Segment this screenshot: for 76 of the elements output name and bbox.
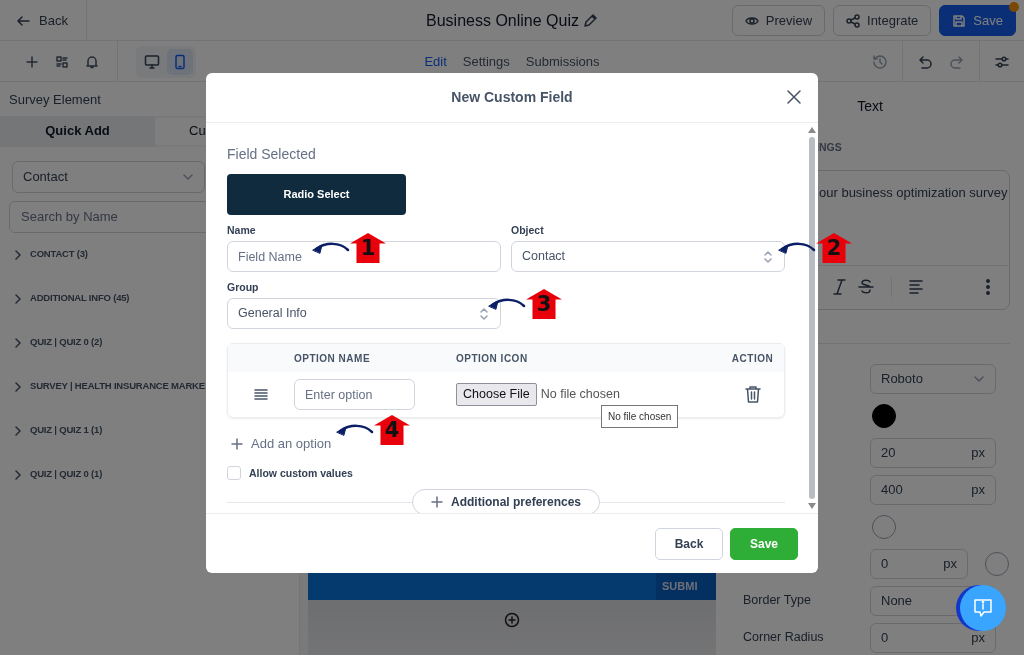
add-icon[interactable] [25,54,39,69]
redo-icon[interactable] [949,53,965,70]
field-label: Group [227,280,259,294]
scroll-up-arrow-icon[interactable] [808,127,816,133]
panel-tab[interactable]: Quick Add [0,115,155,147]
editor-tab[interactable]: Edit [416,51,455,72]
step-marker: 2 [816,233,852,263]
number-field[interactable]: 20 px [870,437,996,468]
panel-title: Survey Element [8,91,102,109]
back-arrow-icon [16,13,31,28]
field-label: Corner Radius [743,629,825,647]
more-icon[interactable] [985,278,991,297]
align-left-icon[interactable] [908,278,924,297]
number-field[interactable]: 400 px [870,474,996,505]
callout-arrow [778,240,816,256]
callout-arrow [488,296,526,312]
feedback-button[interactable] [960,585,1006,631]
file-status: No file chosen [540,386,620,404]
field-type-button[interactable]: Radio Select [227,174,406,215]
additional-preferences-button[interactable]: Additional preferences [412,489,600,513]
step-marker: 4 [374,415,410,445]
undo-icon[interactable] [917,53,933,70]
add-section-icon[interactable] [504,612,520,628]
save-button[interactable]: Save [730,527,798,560]
object-select[interactable]: Contact [511,241,785,272]
close-icon[interactable] [786,89,802,105]
option-name-field[interactable]: Enter option [294,379,415,410]
back-button[interactable]: Back [0,0,87,41]
step-marker: 3 [526,289,562,319]
editor-tab[interactable]: Settings [454,51,518,72]
column-header: ACTION [730,351,775,366]
mobile-view-button[interactable] [167,48,193,75]
choose-file-button[interactable]: Choose File [456,383,537,406]
panel-title: Text [857,96,883,116]
back-button[interactable]: Back [655,527,723,560]
history-icon[interactable] [872,53,888,70]
tooltip: No file chosen [601,405,679,428]
up-down-icon [478,306,490,321]
italic-icon[interactable] [831,278,847,297]
editor-text: our business optimization survey [819,184,1008,200]
checkbox[interactable] [227,466,241,481]
group-select[interactable]: General Info [227,298,501,329]
share-icon [846,13,861,28]
checkbox-label: Allow custom values [249,465,353,481]
layers-icon[interactable] [55,54,69,69]
plus-icon [431,496,443,509]
preview-button[interactable]: Preview [731,5,826,36]
plus-icon [231,437,243,450]
chat-info-icon [972,597,994,619]
submit-button[interactable]: SUBMI [656,573,716,600]
scrollbar-thumb[interactable] [809,137,815,499]
save-button[interactable]: Save [939,5,1016,36]
number-field[interactable]: 0 px [870,548,968,579]
color-swatch[interactable] [872,403,896,428]
integrate-button[interactable]: Integrate [833,5,932,36]
trash-icon[interactable] [743,385,762,404]
font-select[interactable]: Roboto [870,363,996,394]
monitor-icon [144,53,160,70]
page-title: Business Online Quiz [426,10,579,31]
callout-arrow [312,240,350,256]
drag-handle-icon[interactable] [254,388,268,401]
editor-tab[interactable]: Submissions [517,51,608,72]
column-header: OPTION NAME [294,351,372,366]
bell-icon[interactable] [85,54,99,69]
up-down-icon [762,249,774,264]
modal-title: New Custom Field [451,88,573,107]
column-header: OPTION ICON [456,351,529,366]
category-select[interactable]: Contact [12,160,205,193]
scroll-down-arrow-icon[interactable] [808,503,816,509]
field-label: Border Type [743,592,812,610]
pencil-icon[interactable] [583,13,598,28]
field-label: Object [511,223,544,237]
section-label: Field Selected [227,145,317,164]
callout-arrow [336,422,374,438]
phone-icon [172,53,188,70]
add-option-link[interactable]: Add an option [227,434,332,454]
